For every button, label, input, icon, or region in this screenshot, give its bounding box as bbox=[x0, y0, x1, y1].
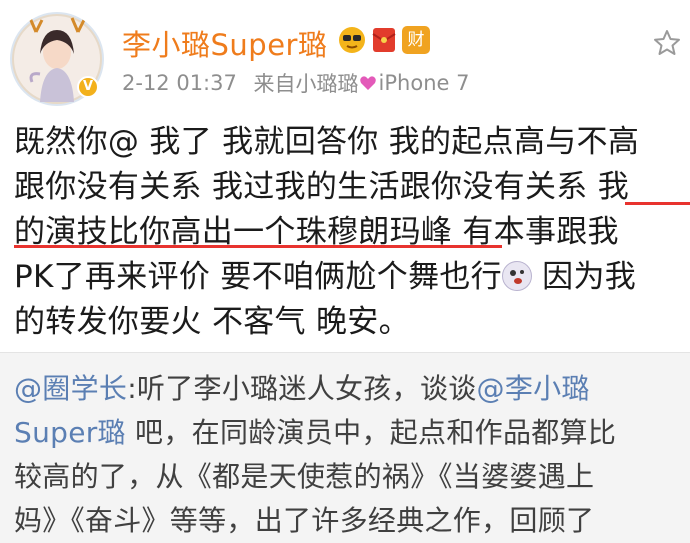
repost-text: @圈学长:听了李小璐迷人女孩，谈谈@李小璐 Super璐 吧，在同龄演员中，起点… bbox=[14, 367, 690, 543]
username[interactable]: 李小璐Super璐 bbox=[122, 22, 327, 64]
post-meta: 2-12 01:37 来自小璐璐 iPhone 7 bbox=[122, 68, 469, 98]
repost-line: @圈学长:听了李小璐迷人女孩，谈谈@李小璐 bbox=[14, 367, 690, 411]
repost-text-part: 吧，在同龄演员中，起点和作品都算比 bbox=[125, 416, 617, 449]
crazy-face-emoji-icon bbox=[501, 261, 532, 291]
repost-line: 妈》《奋斗》等等，出了许多经典之作，回顾了 bbox=[14, 504, 595, 537]
red-envelope-icon bbox=[372, 28, 396, 52]
post-line: 的转发你要火 不客气 晚安。 bbox=[14, 304, 410, 340]
mention-link[interactable]: Super璐 bbox=[14, 416, 126, 449]
star-icon[interactable] bbox=[652, 28, 682, 58]
repost-line: 较高的了，从《都是天使惹的祸》《当婆婆遇上 bbox=[14, 460, 595, 493]
post-text: 既然你@ 我了 我就回答你 我的起点高与不高 跟你没有关系 我过我的生活跟你没有… bbox=[14, 120, 690, 345]
source-device[interactable]: iPhone 7 bbox=[379, 71, 470, 95]
repost-section: @圈学长:听了李小璐迷人女孩，谈谈@李小璐 Super璐 吧，在同龄演员中，起点… bbox=[0, 352, 690, 543]
timestamp: 2-12 01:37 bbox=[122, 71, 237, 95]
post-line: PK了再来评价 要不咱俩尬个舞也行 因为我 bbox=[14, 255, 690, 300]
sunglasses-badge-icon bbox=[339, 27, 365, 53]
post-line: 的演技比你高出一个珠穆朗玛峰 有本事跟我 bbox=[14, 214, 619, 250]
mention-link[interactable]: @李小璐 bbox=[477, 372, 590, 405]
verified-v-icon: V bbox=[77, 76, 99, 98]
repost-line: Super璐 吧，在同龄演员中，起点和作品都算比 bbox=[14, 411, 690, 455]
wealth-badge-icon: 财 bbox=[402, 26, 430, 54]
heart-icon bbox=[359, 76, 376, 90]
highlight-underline bbox=[14, 245, 502, 248]
mention-link[interactable]: @圈学长 bbox=[14, 372, 127, 405]
highlight-underline bbox=[625, 202, 690, 205]
post-line: 既然你@ 我了 我就回答你 我的起点高与不高 bbox=[14, 124, 640, 160]
source-prefix[interactable]: 来自小璐璐 bbox=[254, 72, 359, 96]
post-line: 跟你没有关系 我过我的生活跟你没有关系 我 bbox=[14, 169, 630, 205]
post-line-part: 因为我 bbox=[531, 259, 637, 295]
post-line-part: PK了再来评价 要不咱俩尬个舞也行 bbox=[14, 259, 502, 295]
repost-text-part: :听了李小璐迷人女孩，谈谈 bbox=[127, 372, 477, 405]
